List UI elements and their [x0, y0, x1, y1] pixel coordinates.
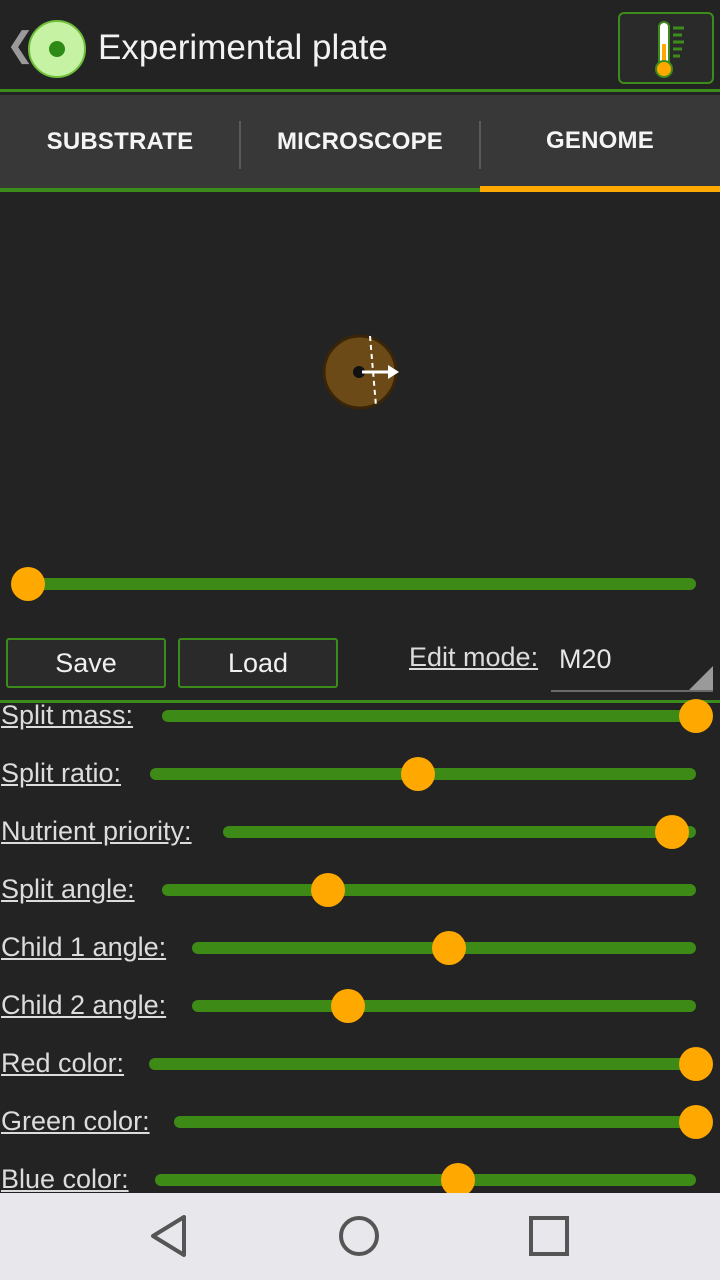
slider-thumb[interactable]	[655, 815, 690, 849]
save-button[interactable]: Save	[6, 638, 166, 688]
green-color-slider[interactable]	[174, 1105, 713, 1139]
slider-thumb[interactable]	[400, 757, 435, 791]
square-recents-icon[interactable]	[519, 1193, 579, 1280]
system-nav-bar	[0, 1193, 720, 1280]
cell-preview	[0, 192, 720, 632]
param-label: Nutrient priority:	[1, 816, 192, 846]
load-button[interactable]: Load	[178, 638, 338, 688]
slider-thumb[interactable]	[679, 1105, 713, 1139]
param-label: Split mass:	[1, 700, 134, 730]
slider-thumb[interactable]	[331, 989, 366, 1023]
tab-label: GENOME	[546, 126, 654, 154]
circle-home-icon[interactable]	[329, 1193, 389, 1280]
slider-thumb[interactable]	[440, 1163, 475, 1197]
param-label: Blue color:	[1, 1164, 129, 1194]
tab-label: SUBSTRATE	[46, 127, 194, 155]
param-label: Child 2 angle:	[1, 990, 167, 1020]
slider-thumb[interactable]	[310, 873, 345, 907]
dropdown-corner-icon	[689, 666, 713, 690]
red-color-slider[interactable]	[149, 1047, 713, 1081]
tab-bar: SUBSTRATE MICROSCOPE GENOME	[0, 95, 720, 192]
cell-visual	[322, 334, 399, 410]
thermometer-icon	[655, 21, 684, 78]
child-2-angle-slider[interactable]	[192, 989, 696, 1023]
param-label: Split angle:	[1, 874, 135, 904]
edit-mode-label: Edit mode:	[409, 642, 539, 672]
split-ratio-slider[interactable]	[150, 757, 696, 791]
timeline-slider[interactable]	[11, 567, 696, 601]
triangle-back-icon[interactable]	[140, 1193, 200, 1280]
param-label: Split ratio:	[1, 758, 122, 788]
petri-dish-icon[interactable]	[28, 20, 86, 78]
tab-microscope[interactable]: MICROSCOPE	[240, 95, 481, 192]
slider-thumb[interactable]	[432, 931, 467, 965]
child-1-angle-slider[interactable]	[192, 931, 696, 965]
app-title: Experimental plate	[98, 28, 388, 67]
param-label: Child 1 angle:	[1, 932, 167, 962]
param-label: Red color:	[1, 1048, 125, 1078]
thermometer-button[interactable]	[618, 12, 714, 84]
timeline-thumb[interactable]	[11, 567, 45, 601]
tab-substrate[interactable]: SUBSTRATE	[0, 95, 241, 192]
blue-color-slider[interactable]	[155, 1163, 696, 1197]
edit-mode-value: M20	[559, 644, 612, 674]
slider-thumb[interactable]	[679, 699, 713, 733]
slider-thumb[interactable]	[679, 1047, 713, 1081]
tab-label: MICROSCOPE	[276, 127, 443, 155]
split-mass-slider[interactable]	[162, 699, 713, 733]
app-root: ❮ Experimental plate SUBSTRATE MICROSCOP…	[0, 0, 720, 1280]
tab-genome[interactable]: GENOME	[480, 95, 720, 192]
edit-mode-dropdown[interactable]: M20	[551, 636, 713, 692]
nutrient-priority-slider[interactable]	[223, 815, 696, 849]
param-label: Green color:	[1, 1106, 150, 1136]
split-angle-slider[interactable]	[162, 873, 696, 907]
app-bar: ❮ Experimental plate	[0, 0, 720, 92]
